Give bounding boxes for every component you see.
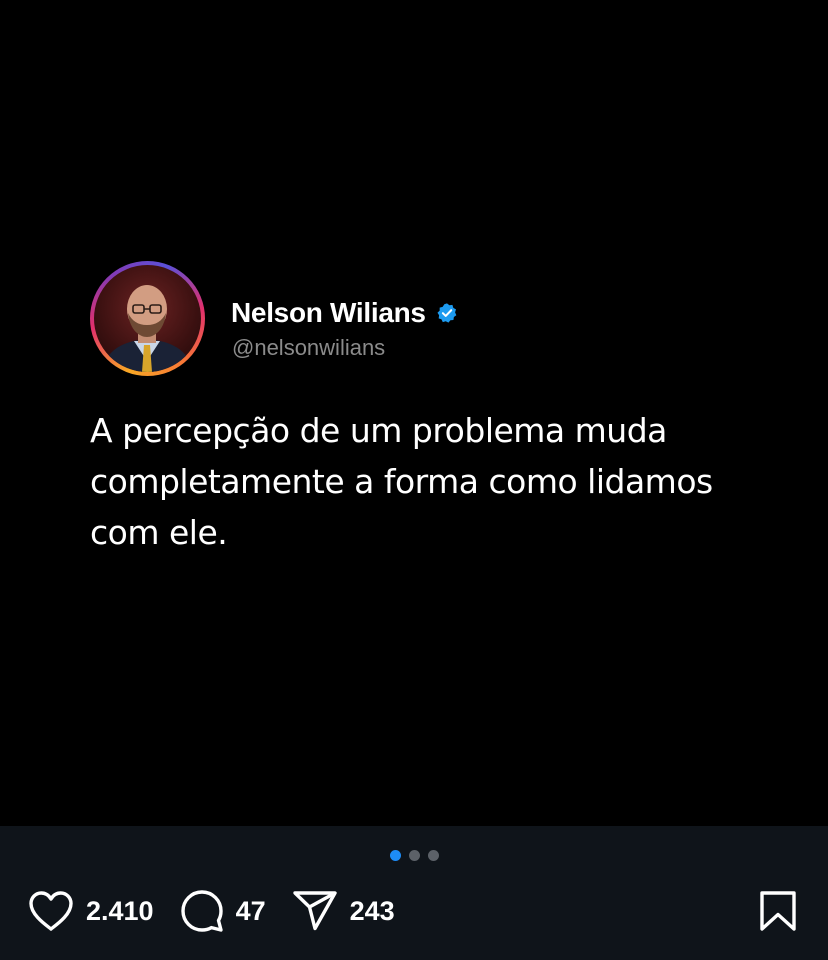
share-button[interactable]: 243 xyxy=(292,890,395,932)
avatar-story-ring[interactable] xyxy=(90,261,205,376)
like-button[interactable]: 2.410 xyxy=(28,890,154,932)
author-handle[interactable]: @nelsonwilians xyxy=(232,335,385,361)
avatar xyxy=(94,265,201,372)
post-image-slide[interactable]: Nelson Wilians @nelsonwilians A percepçã… xyxy=(0,0,828,826)
instagram-post-screen: Nelson Wilians @nelsonwilians A percepçã… xyxy=(0,0,828,960)
avatar-portrait-icon xyxy=(102,285,193,372)
bookmark-icon xyxy=(760,891,796,931)
post-text: A percepção de um problema muda completa… xyxy=(90,411,713,552)
carousel-dot-3 xyxy=(427,850,439,861)
carousel-indicator xyxy=(0,850,828,861)
verified-badge-icon xyxy=(437,303,457,323)
comments-count[interactable]: 47 xyxy=(236,896,266,927)
paper-plane-icon xyxy=(292,891,337,931)
carousel-dot-2 xyxy=(408,850,420,861)
comment-bubble-icon xyxy=(180,890,223,932)
shares-count[interactable]: 243 xyxy=(350,896,395,927)
comment-button[interactable]: 47 xyxy=(180,889,266,933)
post-action-bar: 2.410 47 243 xyxy=(0,826,828,960)
action-buttons: 2.410 47 243 xyxy=(28,888,421,934)
heart-icon xyxy=(29,891,73,931)
likes-count[interactable]: 2.410 xyxy=(86,896,154,927)
author-name[interactable]: Nelson Wilians xyxy=(231,297,426,329)
carousel-dot-1 xyxy=(389,850,401,861)
author-name-row[interactable]: Nelson Wilians xyxy=(231,297,458,329)
save-button[interactable] xyxy=(756,888,800,934)
